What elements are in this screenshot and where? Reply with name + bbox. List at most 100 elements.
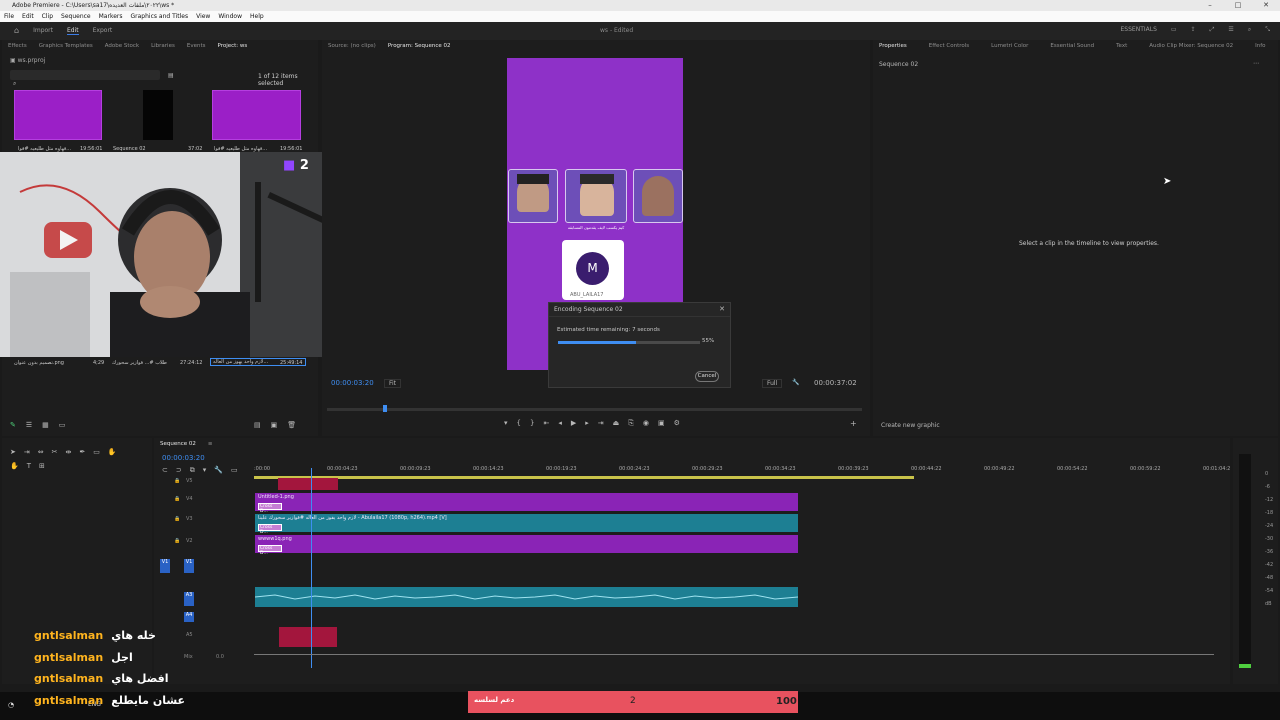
- lock-icon[interactable]: 🔒: [174, 478, 180, 484]
- bottom-item-name-1[interactable]: تصميم بدون عنوان.png: [14, 360, 64, 366]
- thumbnail-clip-2[interactable]: [212, 90, 301, 140]
- tab-project[interactable]: Project: ws: [217, 43, 247, 49]
- list-view-icon[interactable]: ☰: [26, 421, 32, 429]
- cross-dissolve-v2[interactable]: Cross D...: [258, 545, 282, 556]
- tab-adobe-stock[interactable]: Adobe Stock: [105, 43, 139, 49]
- mark-in-icon[interactable]: {: [517, 419, 521, 428]
- type-tool-icon[interactable]: T: [27, 462, 31, 470]
- cancel-button[interactable]: Cancel: [695, 371, 719, 382]
- pen-tool-icon[interactable]: ✒: [79, 448, 85, 456]
- menu-graphics[interactable]: Graphics and Titles: [131, 11, 189, 22]
- caption-tool-icon[interactable]: ⊞: [39, 462, 45, 470]
- lock-icon[interactable]: 🔒: [174, 496, 180, 502]
- zoom-select[interactable]: Fit: [384, 379, 402, 388]
- timeline-timecode[interactable]: 00:00:03:20: [162, 454, 205, 462]
- tab-effect-controls[interactable]: Effect Controls: [929, 43, 969, 49]
- tab-source[interactable]: Source: (no clips): [328, 43, 376, 49]
- program-timecode[interactable]: 00:00:03:20: [331, 379, 374, 387]
- ripple-edit-icon[interactable]: ⇔: [38, 448, 44, 456]
- go-to-in-icon[interactable]: ⇤: [543, 419, 549, 428]
- timeline-ruler[interactable]: :00:00 00:00:04:23 00:00:09:23 00:00:14:23 0…: [254, 466, 1230, 476]
- tab-program[interactable]: Program: Sequence 02: [388, 43, 451, 49]
- menu-view[interactable]: View: [196, 11, 210, 22]
- wrench-settings-icon[interactable]: 🔧: [214, 466, 223, 475]
- step-forward-icon[interactable]: ▸: [585, 419, 589, 428]
- fullscreen-icon[interactable]: ⤢: [1210, 26, 1215, 34]
- clip-v4[interactable]: Untitled-1.png Cross D...: [255, 493, 798, 514]
- nav-import[interactable]: Import: [33, 27, 53, 34]
- timeline-playhead[interactable]: [311, 468, 312, 668]
- nav-export[interactable]: Export: [93, 27, 113, 34]
- link-icon[interactable]: ⊃: [176, 466, 182, 475]
- sequence-tab[interactable]: Sequence 02: [160, 441, 196, 447]
- close-icon[interactable]: ✕: [719, 305, 725, 313]
- thumbnail-clip-1[interactable]: [14, 90, 102, 140]
- minimize-button[interactable]: –: [1196, 0, 1224, 11]
- mark-out-icon[interactable]: }: [530, 419, 534, 428]
- expand-icon[interactable]: ⤡: [1265, 26, 1270, 34]
- tab-essential-sound[interactable]: Essential Sound: [1050, 43, 1094, 49]
- freeform-view-icon[interactable]: ▭: [59, 421, 66, 429]
- icon-view-icon[interactable]: ▦: [42, 421, 49, 429]
- share-icon[interactable]: ⇪: [1191, 26, 1196, 34]
- tab-info[interactable]: Info: [1255, 43, 1265, 49]
- create-graphic-button[interactable]: Create new graphic: [881, 422, 940, 429]
- menu-file[interactable]: File: [4, 11, 14, 22]
- wifi-icon[interactable]: ◔: [8, 701, 14, 709]
- quality-select[interactable]: Full: [762, 379, 783, 388]
- snap-icon[interactable]: ⊂: [162, 466, 168, 475]
- pencil-icon[interactable]: ✎: [10, 421, 16, 429]
- search-icon[interactable]: ⌕: [1248, 26, 1251, 34]
- home-icon[interactable]: ⌂: [14, 26, 19, 35]
- tab-graphics-templates[interactable]: Graphics Templates: [39, 43, 93, 49]
- marker-add-icon[interactable]: ▾: [203, 466, 207, 475]
- play-icon[interactable]: ▶: [571, 419, 576, 428]
- folder-icon[interactable]: ▤: [168, 72, 174, 79]
- lock-icon[interactable]: 🔒: [174, 516, 180, 522]
- menu-help[interactable]: Help: [250, 11, 264, 22]
- cross-dissolve-v4[interactable]: Cross D...: [258, 503, 282, 514]
- tab-libraries[interactable]: Libraries: [151, 43, 175, 49]
- tab-properties[interactable]: Properties: [879, 43, 907, 49]
- tab-lumetri-color[interactable]: Lumetri Color: [991, 43, 1028, 49]
- clip-v2[interactable]: wwww1q.png Cross D...: [255, 535, 798, 556]
- lift-icon[interactable]: ⏏: [613, 419, 620, 428]
- menu-sequence[interactable]: Sequence: [61, 11, 91, 22]
- cross-dissolve-v3[interactable]: Cross D...: [258, 524, 282, 535]
- razor-icon[interactable]: ✂: [52, 448, 58, 456]
- close-button[interactable]: ✕: [1252, 0, 1280, 11]
- add-button-icon[interactable]: +: [850, 419, 857, 428]
- workspace-label[interactable]: ESSENTIALS: [1121, 26, 1157, 34]
- menu-window[interactable]: Window: [218, 11, 242, 22]
- tab-events[interactable]: Events: [187, 43, 206, 49]
- hand-tool-icon[interactable]: ✋: [108, 448, 117, 456]
- settings-icon[interactable]: ⚙: [674, 419, 680, 428]
- compare-icon[interactable]: ▣: [658, 419, 665, 428]
- lock-icon[interactable]: 🔒: [174, 538, 180, 544]
- trash-icon[interactable]: 🗑: [287, 421, 296, 429]
- track-v1-label[interactable]: V1: [184, 559, 194, 573]
- work-area-bar[interactable]: [254, 476, 914, 479]
- marker-icon[interactable]: ▾: [504, 419, 508, 428]
- nest-icon[interactable]: ⧉: [190, 466, 195, 475]
- hand-icon[interactable]: ✋: [10, 462, 19, 470]
- track-a4-label[interactable]: A4: [184, 612, 194, 622]
- step-back-icon[interactable]: ◂: [558, 419, 562, 428]
- wrench-icon[interactable]: 🔧: [792, 379, 799, 386]
- mix-value[interactable]: 0.0: [216, 654, 224, 660]
- more-options-icon[interactable]: ⋯: [1253, 60, 1259, 67]
- new-bin-icon[interactable]: ▤: [254, 421, 261, 429]
- menu-clip[interactable]: Clip: [42, 11, 53, 22]
- camera-icon[interactable]: ◉: [643, 419, 649, 428]
- menu-markers[interactable]: Markers: [99, 11, 123, 22]
- rect-tool-icon[interactable]: ▭: [93, 448, 100, 456]
- sequence-menu-icon[interactable]: ≡: [208, 441, 213, 447]
- selection-tool-icon[interactable]: ➤: [10, 448, 16, 456]
- extract-icon[interactable]: ⎘: [628, 419, 634, 428]
- clip-a3[interactable]: [254, 587, 799, 607]
- go-to-out-icon[interactable]: ⇥: [598, 419, 604, 428]
- search-input[interactable]: ⌕: [10, 70, 160, 87]
- maximize-button[interactable]: □: [1224, 0, 1252, 11]
- clip-a5[interactable]: [279, 627, 337, 647]
- thumbnail-sequence[interactable]: [143, 90, 173, 140]
